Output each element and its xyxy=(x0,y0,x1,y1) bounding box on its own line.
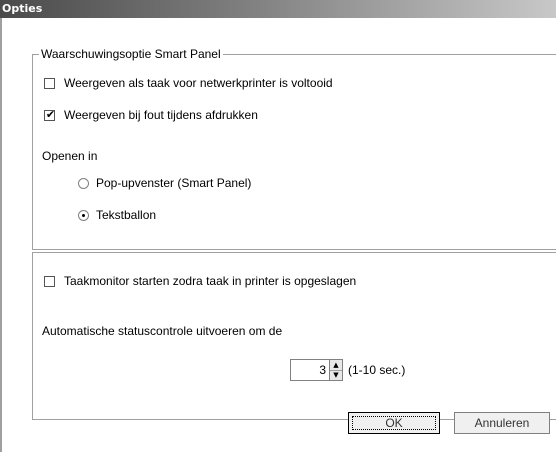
title-bar: Opties xyxy=(0,0,556,18)
status-interval-input[interactable]: 3 xyxy=(290,359,329,381)
popup-window-label: Pop-upvenster (Smart Panel) xyxy=(96,176,252,190)
spin-down-icon[interactable]: ▼ xyxy=(330,370,342,380)
ok-button[interactable]: OK xyxy=(348,412,440,434)
cancel-button[interactable]: Annuleren xyxy=(454,412,550,434)
radio-dot-icon xyxy=(82,214,85,217)
checkmark-icon: ✔ xyxy=(45,108,56,121)
network-printer-label: Weergeven als taak voor netwerkprinter i… xyxy=(64,76,333,90)
status-check-label: Automatische statuscontrole uitvoeren om… xyxy=(42,324,283,338)
cancel-label: Annuleren xyxy=(474,416,530,430)
focus-rectangle xyxy=(352,416,436,430)
checkbox-box[interactable]: ✔ xyxy=(44,108,56,121)
interval-range-label: (1-10 sec.) xyxy=(348,363,406,377)
text-balloon-label: Tekstballon xyxy=(96,208,157,222)
open-in-label: Openen in xyxy=(42,149,98,163)
checkbox-box[interactable] xyxy=(44,276,55,287)
dialog-client-area: Waarschuwingsoptie Smart Panel Weergeven… xyxy=(0,18,556,452)
task-monitor-label: Taakmonitor starten zodra taak in printe… xyxy=(64,274,357,288)
checkbox-box[interactable] xyxy=(44,78,55,89)
options-dialog: Opties Waarschuwingsoptie Smart Panel We… xyxy=(0,0,556,452)
window-title: Opties xyxy=(2,2,43,15)
radio-circle[interactable] xyxy=(78,178,89,189)
group-legend: Waarschuwingsoptie Smart Panel xyxy=(39,47,223,61)
print-error-label: Weergeven bij fout tijdens afdrukken xyxy=(64,108,258,122)
radio-circle[interactable] xyxy=(78,210,89,221)
status-interval-stepper[interactable]: ▲ ▼ xyxy=(329,359,343,381)
